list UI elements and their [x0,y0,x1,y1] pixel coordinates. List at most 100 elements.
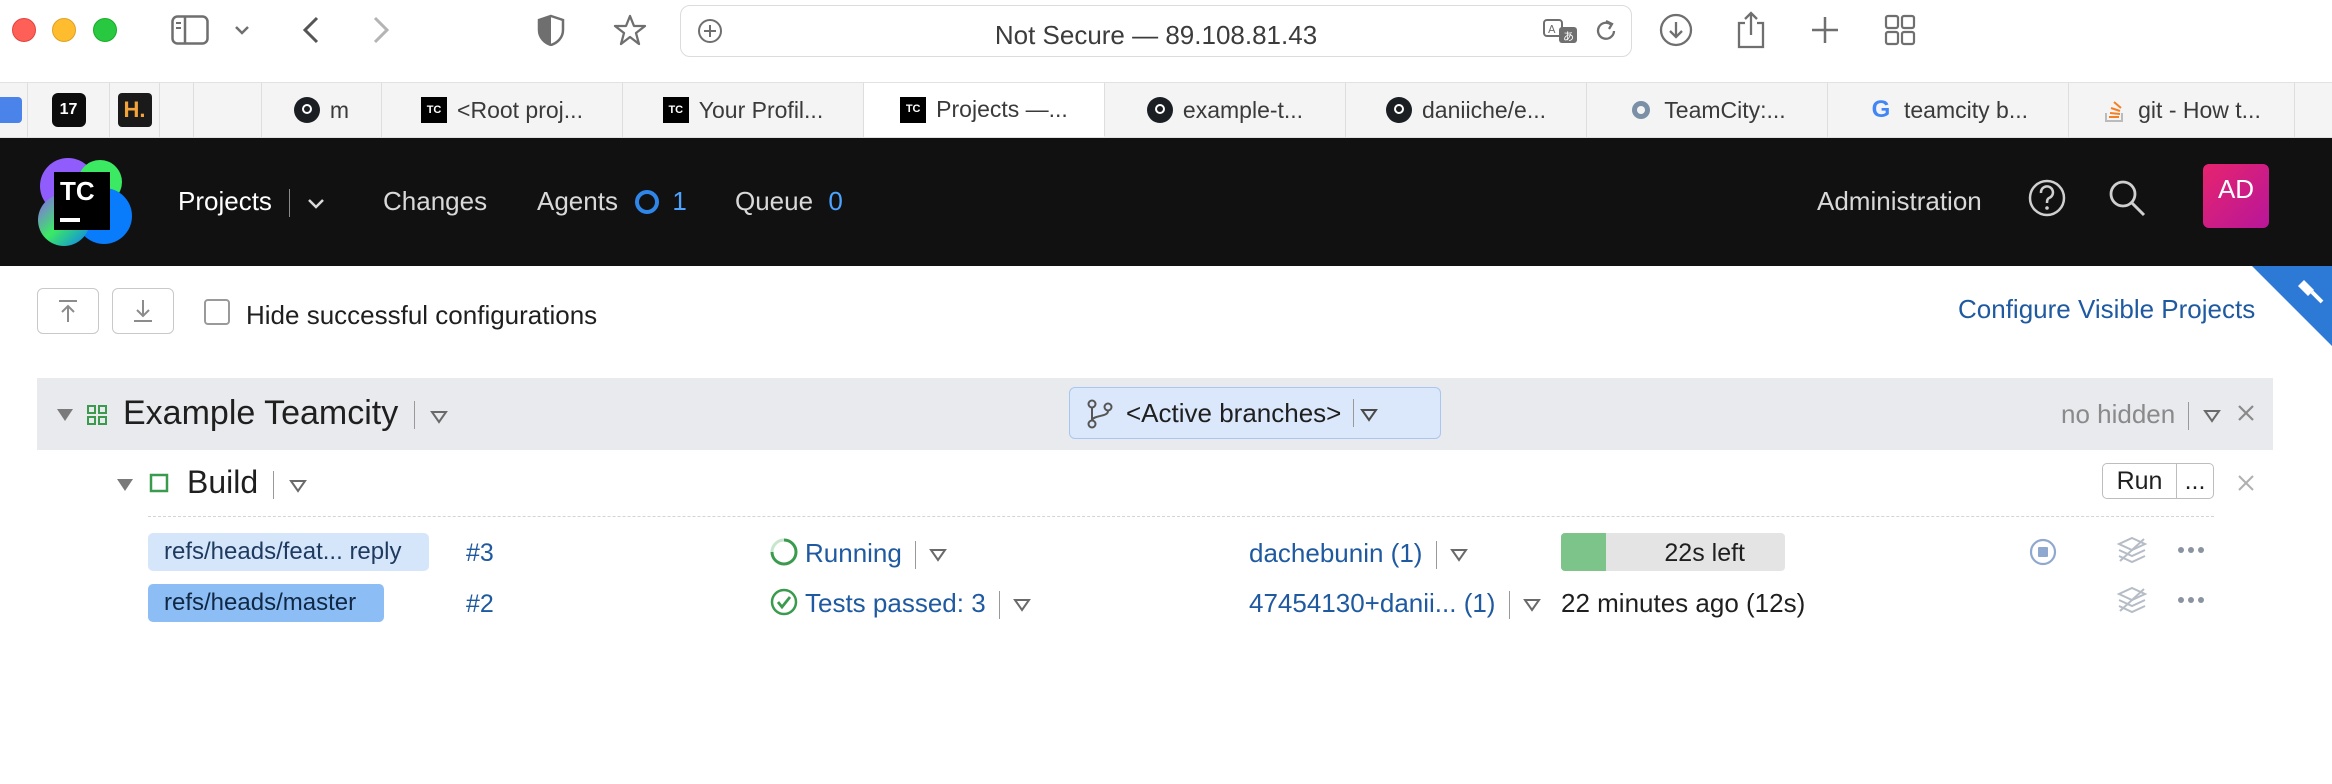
nav-queue[interactable]: Queue 0 [735,186,843,217]
search-icon[interactable] [2107,178,2147,225]
share-icon[interactable] [1734,10,1768,50]
build-status-text[interactable]: Tests passed: 3 [805,588,986,618]
new-tab-plus-icon[interactable] [1808,10,1842,50]
pinned-tab-translate[interactable] [0,83,28,137]
teamcity-icon: TC [421,97,448,123]
build-branch-label[interactable]: refs/heads/master [148,584,384,622]
expand-all-button[interactable] [112,288,174,334]
tab-github-m[interactable]: m [262,83,382,137]
collapse-triangle-icon[interactable] [57,408,73,426]
back-arrow-icon[interactable] [296,10,326,50]
tab-root-project[interactable]: TC <Root proj... [382,83,623,137]
help-icon[interactable] [2027,178,2067,225]
project-name[interactable]: Example Teamcity [123,394,398,432]
branch-filter-dropdown-icon[interactable] [1360,398,1379,429]
downloads-icon[interactable] [1658,10,1694,50]
close-build-config-icon[interactable] [2237,474,2255,497]
artifacts-icon[interactable] [2116,585,2148,615]
build-number-link[interactable]: #3 [466,539,494,568]
build-changes-text[interactable]: 47454130+danii... (1) [1249,588,1495,618]
project-grid-icon [87,405,107,430]
github-icon [293,97,320,123]
hidden-filter-dropdown-icon[interactable] [2202,399,2221,429]
hidden-configs-filter[interactable]: no hidden [2061,399,2221,431]
nav-projects[interactable]: Projects [178,186,325,218]
artifacts-icon[interactable] [2116,535,2148,565]
build-changes[interactable]: dachebunin (1) [1249,538,1468,570]
hide-successful-label[interactable]: Hide successful configurations [246,300,597,331]
success-check-icon [769,587,799,622]
collapse-build-triangle-icon[interactable] [117,478,133,496]
project-title[interactable]: Example Teamcity [123,394,449,433]
close-project-icon[interactable] [2237,404,2255,427]
privacy-shield-icon[interactable] [536,10,566,50]
translate-icon[interactable]: Aあ [1543,18,1579,49]
window-close-button[interactable] [12,18,36,42]
nav-projects-label: Projects [178,186,272,216]
pinned-tab-empty-1[interactable] [160,83,194,137]
tab-your-profile[interactable]: TC Your Profil... [623,83,864,137]
build-status[interactable]: Running [805,538,948,570]
tab-daniiche-repo[interactable]: daniiche/e... [1346,83,1587,137]
tab-projects-active[interactable]: TC Projects —... [864,83,1105,137]
collapse-all-button[interactable] [37,288,99,334]
build-config-icon [149,473,169,498]
tab-teamcity-docs[interactable]: TeamCity:... [1587,83,1828,137]
build-status-dropdown-icon[interactable] [1013,588,1032,618]
window-maximize-button[interactable] [93,18,117,42]
window-minimize-button[interactable] [52,18,76,42]
feedback-corner-flag[interactable] [2252,266,2332,346]
google-translate-icon [0,97,22,123]
more-actions-icon[interactable] [2176,588,2206,612]
tab-overview-icon[interactable] [1882,10,1918,50]
tab-example-teamcity[interactable]: example-t... [1105,83,1346,137]
logo-text: TC [60,176,95,206]
address-bar[interactable]: Not Secure — 89.108.81.43 Aあ [680,5,1632,57]
forward-arrow-icon[interactable] [366,10,396,50]
nav-queue-label: Queue [735,186,814,216]
nav-agents[interactable]: Agents 1 [537,186,687,217]
hide-successful-checkbox[interactable] [204,299,230,325]
star-icon[interactable] [612,10,648,50]
build-changes-dropdown-icon[interactable] [1523,588,1541,618]
branch-filter[interactable]: <Active branches> [1069,387,1441,439]
nav-changes[interactable]: Changes [383,186,487,217]
build-config-name[interactable]: Build [187,464,258,500]
build-status[interactable]: Tests passed: 3 [805,588,1032,620]
chevron-down-icon[interactable] [230,10,254,50]
agent-status-icon [635,190,660,214]
configure-visible-projects-link[interactable]: Configure Visible Projects [1958,294,2255,325]
build-number-link[interactable]: #2 [466,590,494,619]
build-divider [148,516,2214,517]
nav-administration[interactable]: Administration [1817,186,1982,217]
pinned-tab-h[interactable]: H. [110,83,160,137]
tab-google-search[interactable]: G teamcity b... [1828,83,2069,137]
build-changes[interactable]: 47454130+danii... (1) [1249,588,1541,620]
build-changes-dropdown-icon[interactable] [1450,538,1468,568]
more-actions-icon[interactable] [2176,538,2206,562]
build-changes-text[interactable]: dachebunin (1) [1249,538,1422,568]
run-button[interactable]: Run [2103,464,2177,498]
queue-count: 0 [828,186,843,216]
project-header-row: Example Teamcity <Active branches> no hi… [37,378,2273,450]
tab-stackoverflow[interactable]: git - How t... [2069,83,2295,137]
run-options-button[interactable]: ... [2177,464,2213,498]
branch-filter-label: <Active branches> [1126,397,1342,428]
teamcity-logo[interactable]: TC [34,156,134,248]
build-branch-label[interactable]: refs/heads/feat... reply [148,533,429,571]
build-status-text[interactable]: Running [805,538,902,568]
h-logo-icon: H. [117,93,152,127]
project-menu-icon[interactable] [430,394,449,432]
build-config-title[interactable]: Build [187,464,307,501]
avatar-initials: AD [2217,174,2255,204]
agents-count: 1 [672,186,687,216]
pinned-tab-tv[interactable]: 17 [28,83,110,137]
stop-build-icon[interactable] [2028,537,2058,567]
build-config-menu-icon[interactable] [289,464,307,500]
pinned-tab-empty-2[interactable] [194,83,262,137]
chevron-down-icon[interactable] [307,186,325,216]
reload-icon[interactable] [1593,18,1619,49]
build-status-dropdown-icon[interactable] [929,538,948,568]
user-avatar[interactable]: AD [2203,164,2269,228]
sidebar-toggle-icon[interactable] [168,10,212,50]
